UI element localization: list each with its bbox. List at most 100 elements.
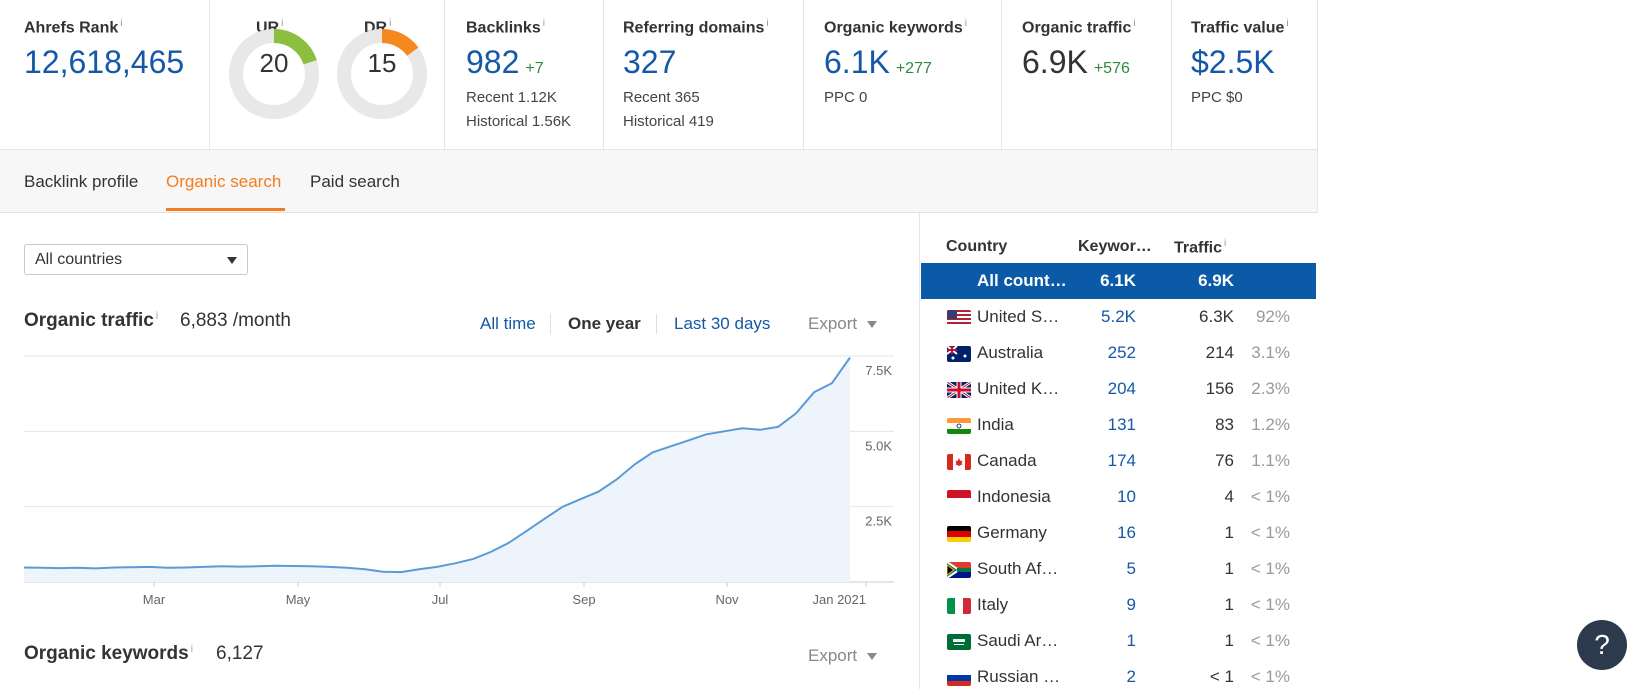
country-share: 1.2% [1251,415,1290,434]
tab-organic-search[interactable]: Organic search [166,172,281,192]
traffic-value-label: Traffic value i [1191,18,1289,37]
country-traffic: 1 [1224,523,1234,542]
country-row[interactable]: Italy 9 1 < 1% [921,587,1316,623]
country-share: < 1% [1250,523,1290,542]
help-button[interactable]: ? [1577,620,1627,670]
x-tick-label: Mar [143,592,166,607]
info-icon[interactable]: i [965,18,967,29]
country-share: < 1% [1250,595,1290,614]
organic-keywords-value[interactable]: 6.1K +277 [824,44,932,81]
country-row[interactable]: United S… 5.2K 6.3K 92% [921,299,1316,335]
country-keywords[interactable]: 1 [1127,631,1136,651]
country-name: United K… [977,379,1060,398]
country-share: < 1% [1250,487,1290,506]
range-all-time[interactable]: All time [480,314,536,334]
info-icon[interactable]: i [543,18,545,29]
country-name: Indonesia [977,487,1051,506]
keywords-export-button[interactable]: Export [808,646,878,666]
country-share: 2.3% [1251,379,1290,398]
organic-keywords-count: 6,127 [216,643,264,664]
header-keywords[interactable]: Keywor… [1078,238,1152,256]
organic-keywords-delta: +277 [895,60,932,77]
country-name: Australia [977,343,1044,362]
country-keywords[interactable]: 2 [1127,667,1136,687]
country-keywords[interactable]: 5 [1127,559,1136,579]
backlinks-value[interactable]: 982 +7 [466,44,544,81]
chevron-down-icon [227,257,237,264]
de-flag-icon [947,526,971,542]
country-keywords[interactable]: 16 [1117,523,1136,543]
tab-backlink-profile[interactable]: Backlink profile [24,172,138,192]
country-traffic: 1 [1224,631,1234,650]
header-country: Country [946,238,1008,255]
range-divider [656,314,657,334]
info-icon[interactable]: i [766,18,768,29]
info-icon[interactable]: i [1286,18,1288,29]
gb-flag-icon [947,382,971,398]
backlinks-delta: +7 [525,60,544,77]
referring-domains-value[interactable]: 327 [623,44,676,81]
country-traffic: 83 [1215,415,1234,434]
backlinks-recent: Recent 1.12K [466,89,557,106]
country-keywords[interactable]: 252 [1108,343,1136,363]
country-traffic: 6.3K [1199,307,1234,326]
za-flag-icon [947,562,971,578]
traffic-value-value: $2.5K [1191,44,1275,80]
organic-traffic-value: 6.9K +576 [1022,44,1130,80]
au-flag-icon [947,346,971,362]
range-last-30-days[interactable]: Last 30 days [674,314,770,334]
country-traffic: 1 [1224,559,1234,578]
in-flag-icon [947,418,971,434]
country-keywords[interactable]: 174 [1108,451,1136,471]
organic-traffic-title: Organic traffic i [24,310,159,331]
country-name: All count… [977,271,1067,290]
it-flag-icon [947,598,971,614]
country-name: Russian … [977,667,1061,686]
country-row[interactable]: India 131 83 1.2% [921,407,1316,443]
x-tick-label: Sep [572,592,595,607]
referring-domains-recent: Recent 365 [623,89,700,106]
country-row[interactable]: Russian … 2 < 1 < 1% [921,659,1316,695]
referring-domains-card: Referring domains i 327 Recent 365 Histor… [604,0,804,149]
country-name: South Af… [977,559,1059,578]
traffic-export-button[interactable]: Export [808,314,878,334]
sa-flag-icon [947,634,971,650]
organic-traffic-chart: 2.5K 5.0K 7.5K Mar May Jul Sep Nov Jan 2021 [24,355,894,607]
country-name: Germany [977,523,1047,542]
range-divider [550,314,551,334]
referring-domains-historical: Historical 419 [623,113,714,130]
country-row[interactable]: Germany 16 1 < 1% [921,515,1316,551]
info-icon[interactable]: i [156,311,158,322]
rating-card: UR i 20 DR i 15 [210,0,445,149]
country-row[interactable]: Canada 174 76 1.1% [921,443,1316,479]
backlinks-card: Backlinks i 982 +7 Recent 1.12K Historical… [445,0,604,149]
country-keywords[interactable]: 6.1K [1100,271,1136,291]
us-flag-icon [947,310,971,326]
country-select[interactable]: All countries [24,244,248,275]
country-keywords[interactable]: 9 [1127,595,1136,615]
info-icon[interactable]: i [1133,18,1135,29]
range-one-year[interactable]: One year [568,314,641,334]
country-keywords[interactable]: 131 [1108,415,1136,435]
tab-paid-search[interactable]: Paid search [310,172,400,192]
country-row[interactable]: All count… 6.1K 6.9K [921,263,1316,299]
info-icon[interactable]: i [120,18,122,29]
country-traffic: 4 [1224,487,1234,506]
header-traffic[interactable]: Traffic i [1174,238,1226,257]
country-share: 92% [1255,307,1290,326]
country-keywords[interactable]: 10 [1117,487,1136,507]
country-keywords[interactable]: 5.2K [1101,307,1136,327]
info-icon[interactable]: i [191,644,193,655]
country-row[interactable]: Saudi Ar… 1 1 < 1% [921,623,1316,659]
country-name: Canada [977,451,1037,470]
country-traffic: 156 [1205,379,1234,398]
organic-keywords-label: Organic keywords i [824,18,967,37]
country-row[interactable]: Australia 252 214 3.1% [921,335,1316,371]
country-row[interactable]: South Af… 5 1 < 1% [921,551,1316,587]
tabs-bar: Backlink profile Organic search Paid sea… [0,150,1318,213]
traffic-value-ppc: PPC $0 [1191,89,1243,106]
country-row[interactable]: United K… 204 156 2.3% [921,371,1316,407]
ahrefs-rank-label: Ahrefs Rank i [24,18,123,37]
country-row[interactable]: Indonesia 10 4 < 1% [921,479,1316,515]
country-keywords[interactable]: 204 [1108,379,1136,399]
